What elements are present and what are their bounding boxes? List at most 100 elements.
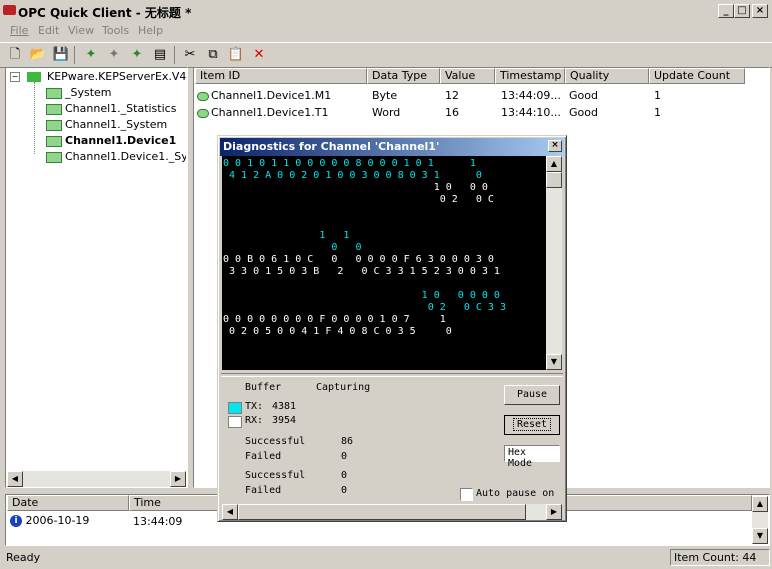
close-button[interactable]: ×	[752, 4, 768, 18]
menu-bar: File Edit View Tools Help	[0, 22, 772, 41]
scroll-up-button[interactable]: ▲	[546, 156, 562, 172]
tree-root-label: KEPware.KEPServerEx.V4	[47, 70, 187, 83]
terminal-line: 1 0 0 0	[223, 182, 488, 193]
rx-value: 3954	[272, 415, 297, 426]
tree-item-device1[interactable]: Channel1.Device1	[46, 134, 176, 147]
new-item-icon[interactable]: ✦	[128, 47, 146, 63]
failed-value: 0	[341, 451, 348, 462]
paste-icon[interactable]: 📋	[227, 47, 245, 63]
col-header-item-id[interactable]: Item ID	[195, 68, 367, 84]
collapse-icon[interactable]: −	[10, 72, 20, 82]
scroll-thumb[interactable]	[546, 172, 562, 188]
info-icon: i	[10, 515, 22, 527]
col-header-timestamp[interactable]: Timestamp	[495, 68, 565, 84]
auto-pause-checkbox[interactable]	[460, 488, 473, 501]
reset-button[interactable]: Reset	[504, 415, 560, 435]
open-icon[interactable]: 📂	[29, 47, 47, 63]
auto-pause-label: Auto pause on	[476, 488, 555, 499]
col-header-date[interactable]: Date	[7, 495, 129, 511]
scroll-right-button[interactable]: ▶	[170, 471, 186, 487]
col-header-value[interactable]: Value	[440, 68, 495, 84]
item-count-panel: Item Count: 44	[670, 549, 770, 566]
terminal-line: 0 2 0 5 0 0 4 1 F 4 0 8 C 0 3 5 0	[223, 326, 452, 337]
tree-hscrollbar[interactable]: ◀ ▶	[7, 471, 186, 487]
properties-icon[interactable]: ▤	[151, 47, 169, 63]
tree-item-channel-system[interactable]: Channel1._System	[46, 118, 167, 131]
menu-edit[interactable]: Edit	[38, 24, 59, 37]
table-row[interactable]: Channel1.Device1.T1 Word 16 13:44:10... …	[195, 106, 755, 122]
log-vscrollbar[interactable]: ▲ ▼	[752, 496, 768, 544]
pause-button[interactable]: Pause	[504, 385, 560, 405]
successful-value: 0	[341, 470, 348, 481]
col-header-time[interactable]: Time	[129, 495, 224, 511]
terminal-line: 0 0 0 0 0 0 0 0 F 0 0 0 0 1 0 7 1	[223, 314, 446, 325]
tree-item-device1-system[interactable]: Channel1.Device1._System	[46, 150, 186, 163]
menu-file[interactable]: File	[10, 24, 28, 37]
menu-help[interactable]: Help	[138, 24, 163, 37]
tree-item-system[interactable]: _System	[46, 86, 112, 99]
scroll-down-button[interactable]: ▼	[546, 354, 562, 370]
successful-value: 86	[341, 436, 354, 447]
rx-label: RX:	[245, 415, 264, 426]
copy-icon[interactable]: ⧉	[204, 47, 222, 63]
failed-value: 0	[341, 485, 348, 496]
menu-tools[interactable]: Tools	[102, 24, 129, 37]
scroll-right-button[interactable]: ▶	[546, 504, 562, 520]
dialog-hscrollbar[interactable]: ◀ ▶	[222, 504, 562, 520]
tag-icon	[197, 108, 209, 118]
title-bar: OPC Quick Client - 无标题 * _ □ ×	[0, 0, 772, 22]
server-icon	[26, 72, 41, 82]
dialog-title: Diagnostics for Channel 'Channel1'	[223, 140, 440, 153]
dialog-title-bar: Diagnostics for Channel 'Channel1' ×	[220, 138, 564, 156]
scroll-left-button[interactable]: ◀	[7, 471, 23, 487]
scroll-down-button[interactable]: ▼	[752, 528, 768, 544]
folder-icon	[46, 135, 62, 147]
tree-item-statistics[interactable]: Channel1._Statistics	[46, 102, 176, 115]
terminal-line: 4 1 2 A 0 0 2 0 1 0 0 3 0 0 8 0 3 1 0	[223, 170, 482, 181]
folder-icon	[46, 119, 62, 131]
terminal-line: 3 3 0 1 5 0 3 B 2 0 C 3 3 1 5 2 3 0 0 3 …	[223, 266, 500, 277]
toolbar: 🗋 📂 💾 ✦ ✦ ✦ ▤ ✂ ⧉ 📋 ✕	[0, 42, 772, 68]
rx-color-swatch	[228, 416, 242, 428]
maximize-button[interactable]: □	[734, 4, 750, 18]
folder-icon	[46, 103, 62, 115]
tag-icon	[197, 91, 209, 101]
save-icon[interactable]: 💾	[52, 47, 70, 63]
terminal-vscrollbar[interactable]: ▲ ▼	[546, 156, 562, 370]
tree-pane[interactable]: − KEPware.KEPServerEx.V4 _System Channel…	[5, 67, 188, 488]
app-icon	[3, 5, 16, 15]
menu-view[interactable]: View	[68, 24, 94, 37]
failed-label: Failed	[245, 451, 282, 462]
col-header-quality[interactable]: Quality	[565, 68, 649, 84]
table-row[interactable]: Channel1.Device1.M1 Byte 12 13:44:09... …	[195, 89, 755, 105]
successful-label: Successful	[245, 470, 306, 481]
cut-icon[interactable]: ✂	[181, 47, 199, 63]
new-server-icon[interactable]: ✦	[82, 47, 100, 63]
new-group-icon[interactable]: ✦	[105, 47, 123, 63]
terminal-line: 0 0	[223, 242, 362, 253]
terminal-line: 0 0 1 0 1 1 0 0 0 0 0 8 0 0 0 1 0 1 1	[223, 158, 476, 169]
window-title: OPC Quick Client - 无标题 *	[18, 6, 192, 20]
col-header-data-type[interactable]: Data Type	[367, 68, 440, 84]
tx-value: 4381	[272, 401, 297, 412]
delete-icon[interactable]: ✕	[250, 47, 268, 63]
terminal-line: 1 0 0 0 0 0	[223, 290, 500, 301]
minimize-button[interactable]: _	[718, 4, 734, 18]
diagnostics-dialog: Diagnostics for Channel 'Channel1' × 0 0…	[217, 135, 567, 522]
tree-line	[34, 82, 36, 154]
folder-icon	[46, 151, 62, 163]
new-icon[interactable]: 🗋	[6, 47, 24, 63]
toolbar-separator	[174, 46, 175, 64]
scroll-left-button[interactable]: ◀	[222, 504, 238, 520]
hex-mode-field[interactable]: Hex Mode	[504, 445, 560, 469]
tree-root[interactable]: − KEPware.KEPServerEx.V4	[10, 70, 186, 83]
col-header-update-count[interactable]: Update Count	[649, 68, 745, 84]
scroll-up-button[interactable]: ▲	[752, 496, 768, 512]
log-time: 13:44:09	[133, 515, 183, 528]
diagnostics-terminal[interactable]: 0 0 1 0 1 1 0 0 0 0 0 8 0 0 0 1 0 1 1 4 …	[222, 156, 546, 370]
failed-label: Failed	[245, 485, 282, 496]
scroll-thumb[interactable]	[238, 504, 526, 520]
toolbar-separator	[74, 46, 75, 64]
dialog-close-button[interactable]: ×	[548, 140, 562, 152]
tx-label: TX:	[245, 401, 264, 412]
